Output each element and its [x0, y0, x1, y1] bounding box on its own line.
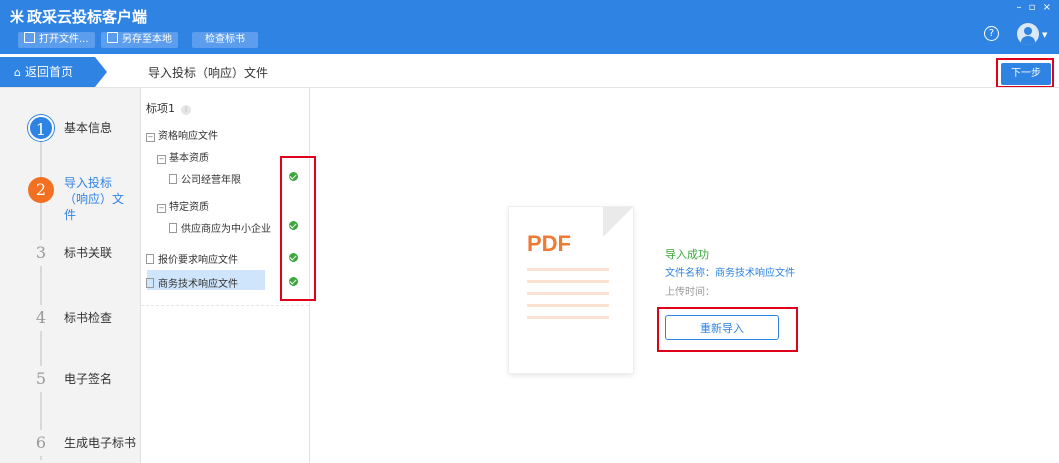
title-bar: 米政采云投标客户端 打开文件... 另存至本地 检查标书 – ▫ × ? ▼	[0, 0, 1059, 54]
help-icon[interactable]: ?	[984, 26, 999, 41]
tree-node-label: 商务技术响应文件	[158, 279, 238, 290]
pdf-text-line	[527, 280, 609, 283]
step-label: 电子签名	[64, 372, 113, 386]
tree-section-label: 标项1	[146, 102, 175, 115]
tree-node-quote-response[interactable]: 报价要求响应文件	[146, 251, 238, 266]
file-icon	[146, 278, 154, 288]
pdf-text-line	[527, 316, 609, 319]
app-title-text: 政采云投标客户端	[27, 8, 148, 26]
step-label: 导入投标（响应）文件	[64, 176, 125, 222]
tree-node-label: 基本资质	[169, 153, 209, 164]
tree-node-qualification[interactable]: − 资格响应文件	[146, 127, 218, 142]
folder-icon	[24, 32, 35, 43]
home-icon: ⌂	[14, 66, 21, 79]
tree-node-label: 报价要求响应文件	[158, 255, 238, 266]
tree-node-label: 供应商应为中小企业	[181, 224, 271, 235]
tree-node-label: 公司经营年限	[181, 175, 241, 186]
pdf-text-line	[527, 268, 609, 271]
step-number: 5	[28, 366, 54, 392]
pdf-label: PDF	[527, 231, 571, 256]
info-icon[interactable]: i	[181, 105, 191, 115]
window-controls[interactable]: – ▫ ×	[1016, 2, 1053, 13]
next-step-button[interactable]: 下一步	[1001, 63, 1051, 85]
import-status: 导入成功	[665, 248, 709, 261]
step-number: 2	[28, 177, 54, 203]
pdf-text-line	[527, 292, 609, 295]
step-number: 3	[28, 240, 54, 266]
upload-time-line: 上传时间：	[665, 287, 715, 298]
tree-node-business-tech-response[interactable]: 商务技术响应文件	[146, 275, 238, 290]
tree-section-title: 标项1 i	[146, 100, 191, 116]
file-icon	[169, 174, 177, 184]
collapse-toggle-icon[interactable]: −	[157, 155, 166, 164]
check-document-label: 检查标书	[205, 34, 245, 45]
highlight-frame-checks	[280, 156, 316, 301]
step-number: 1	[28, 115, 54, 141]
save-local-label: 另存至本地	[122, 34, 172, 45]
file-name-line: 文件名称：商务技术响应文件	[665, 268, 795, 279]
tree-node-label: 特定资质	[169, 202, 209, 213]
step-number: 6	[28, 430, 54, 456]
collapse-toggle-icon[interactable]: −	[157, 204, 166, 213]
file-icon	[169, 223, 177, 233]
collapse-toggle-icon[interactable]: −	[146, 133, 155, 142]
app-title: 米政采云投标客户端	[10, 6, 147, 27]
step-label: 基本信息	[64, 121, 113, 135]
step-label: 标书检查	[64, 311, 113, 325]
avatar-body-shape	[1021, 36, 1035, 45]
reimport-button[interactable]: 重新导入	[665, 315, 779, 340]
open-file-label: 打开文件...	[39, 34, 89, 45]
file-icon	[146, 254, 154, 264]
open-file-button[interactable]: 打开文件...	[18, 32, 95, 48]
check-document-button[interactable]: 检查标书	[192, 32, 258, 48]
tree-node-specific-qualification[interactable]: − 特定资质	[157, 198, 209, 213]
pdf-file-icon: PDF	[509, 207, 633, 373]
step-label: 生成电子标书	[64, 436, 137, 450]
chevron-down-icon[interactable]: ▼	[1042, 31, 1047, 39]
back-home-label: 返回首页	[24, 65, 73, 79]
save-icon	[107, 32, 118, 43]
pdf-corner-fold	[603, 207, 633, 237]
step-label: 标书关联	[64, 246, 113, 260]
back-home-button[interactable]: ⌂ 返回首页	[0, 57, 107, 87]
tree-node-sme-supplier[interactable]: 供应商应为中小企业	[169, 220, 271, 235]
avatar[interactable]	[1017, 23, 1039, 45]
step-number: 4	[28, 305, 54, 331]
save-local-button[interactable]: 另存至本地	[101, 32, 178, 48]
tree-node-basic-qualification[interactable]: − 基本资质	[157, 149, 209, 164]
app-logo-icon: 米	[10, 10, 24, 26]
pdf-text-line	[527, 304, 609, 307]
page-title: 导入投标（响应）文件	[148, 66, 269, 80]
tree-node-label: 资格响应文件	[158, 131, 218, 142]
tree-node-company-years[interactable]: 公司经营年限	[169, 171, 241, 186]
avatar-head-shape	[1024, 27, 1032, 35]
steps-sidebar	[0, 88, 141, 463]
